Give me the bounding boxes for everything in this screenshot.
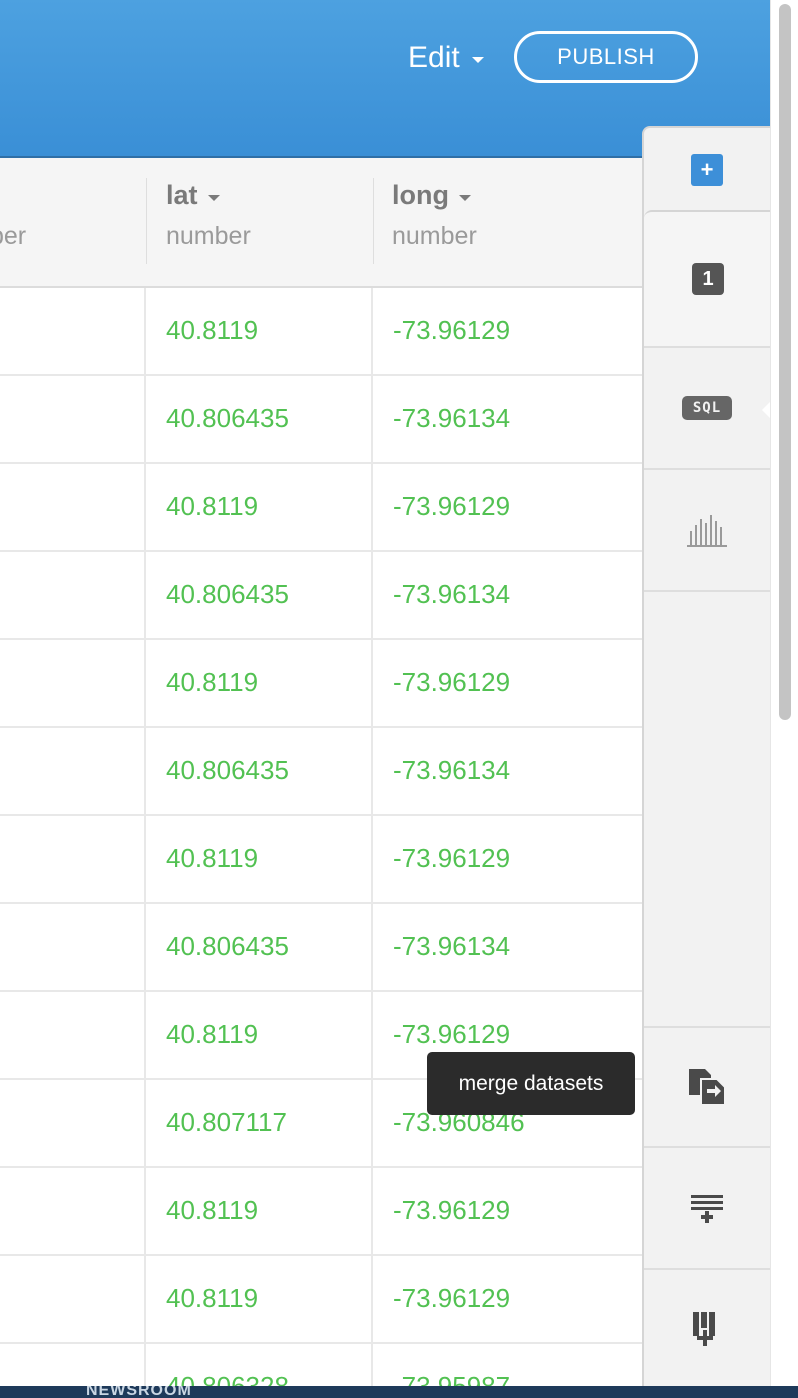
table-cell-lat[interactable]: 40.8119	[146, 816, 373, 904]
histogram-icon[interactable]	[686, 513, 728, 547]
publish-button[interactable]: PUBLISH	[514, 31, 698, 83]
column-header-prev[interactable]: ber	[0, 158, 146, 288]
tool-panel: + 1 SQL	[642, 126, 772, 1388]
column-type-prev: ber	[0, 222, 27, 250]
table-row[interactable]: 40.806435 -73.96134	[0, 904, 642, 992]
table-cell-long[interactable]: -73.96134	[373, 728, 642, 816]
footer-strip: NEWSROOM	[0, 1386, 798, 1398]
add-column-button[interactable]	[644, 1270, 770, 1388]
table-cell-lat[interactable]: 40.8119	[146, 464, 373, 552]
table-row[interactable]: 40.8119 -73.96129	[0, 816, 642, 904]
edit-menu[interactable]: Edit	[408, 38, 484, 78]
merge-datasets-button[interactable]	[644, 1026, 770, 1148]
edit-menu-label[interactable]: Edit	[408, 38, 460, 78]
table-row[interactable]: 40.8119 -73.96129	[0, 1168, 642, 1256]
column-type-long: number	[392, 222, 477, 250]
table-cell-lat[interactable]: 40.806328	[146, 1344, 373, 1386]
vertical-scrollbar[interactable]	[770, 0, 798, 1386]
layer-tab-1[interactable]: 1	[644, 210, 772, 348]
table-cell[interactable]	[0, 1080, 146, 1168]
table-cell-lat[interactable]: 40.806435	[146, 904, 373, 992]
chevron-down-icon[interactable]	[458, 194, 471, 201]
chevron-down-icon[interactable]	[207, 194, 220, 201]
add-row-button[interactable]	[644, 1148, 770, 1270]
table-cell[interactable]	[0, 464, 146, 552]
table-row[interactable]: 40.8119 -73.96129	[0, 640, 642, 728]
sql-icon[interactable]: SQL	[682, 396, 732, 420]
table-cell-long[interactable]: -73.96129	[373, 464, 642, 552]
table-header: ber lat number long number	[0, 158, 642, 288]
table-cell-long[interactable]: -73.96134	[373, 376, 642, 464]
chevron-down-icon[interactable]	[471, 57, 484, 63]
table-cell[interactable]	[0, 1344, 146, 1386]
table-cell-lat[interactable]: 40.8119	[146, 1256, 373, 1344]
scrollbar-thumb[interactable]	[779, 4, 791, 720]
table-cell[interactable]	[0, 728, 146, 816]
merge-datasets-icon[interactable]	[687, 1067, 727, 1107]
table-cell-lat[interactable]: 40.8119	[146, 288, 373, 376]
merge-datasets-tooltip: merge datasets	[427, 1052, 635, 1115]
data-table: ber lat number long number 40.8119 -73.9…	[0, 158, 642, 1386]
table-cell[interactable]	[0, 1256, 146, 1344]
column-header-long[interactable]: long number	[373, 158, 642, 288]
table-cell[interactable]	[0, 904, 146, 992]
column-name-lat-label[interactable]: lat	[166, 180, 198, 211]
add-column-icon[interactable]	[691, 1310, 723, 1348]
table-row[interactable]: 40.8119 -73.96129	[0, 288, 642, 376]
footer-text: NEWSROOM	[86, 1386, 192, 1398]
table-row[interactable]: 40.8119 -73.96129	[0, 1256, 642, 1344]
table-row[interactable]: 40.806435 -73.96134	[0, 552, 642, 640]
table-cell-long[interactable]: -73.96129	[373, 1256, 642, 1344]
table-row[interactable]: 40.806435 -73.96134	[0, 728, 642, 816]
add-row-icon[interactable]	[690, 1193, 724, 1223]
add-layer-button[interactable]: +	[644, 128, 770, 212]
table-cell-long[interactable]: -73.95987	[373, 1344, 642, 1386]
table-cell-long[interactable]: -73.96134	[373, 552, 642, 640]
table-cell-lat[interactable]: 40.8119	[146, 1168, 373, 1256]
table-cell-long[interactable]: -73.96129	[373, 1168, 642, 1256]
table-cell-long[interactable]: -73.96129	[373, 816, 642, 904]
column-name-long[interactable]: long	[392, 180, 471, 211]
table-cell-lat[interactable]: 40.806435	[146, 376, 373, 464]
table-cell-lat[interactable]: 40.806435	[146, 728, 373, 816]
table-cell[interactable]	[0, 640, 146, 728]
sql-button[interactable]: SQL	[644, 348, 772, 470]
table-cell-lat[interactable]: 40.8119	[146, 992, 373, 1080]
table-cell-lat[interactable]: 40.806435	[146, 552, 373, 640]
table-cell[interactable]	[0, 552, 146, 640]
table-cell-lat[interactable]: 40.807117	[146, 1080, 373, 1168]
column-name-long-label[interactable]: long	[392, 180, 449, 211]
table-cell[interactable]	[0, 992, 146, 1080]
table-row[interactable]: 40.8119 -73.96129	[0, 464, 642, 552]
table-body: 40.8119 -73.96129 40.806435 -73.96134 40…	[0, 288, 642, 1386]
layer-badge-icon[interactable]: 1	[692, 263, 724, 295]
table-row[interactable]: 40.806328 -73.95987	[0, 1344, 642, 1386]
column-name-lat[interactable]: lat	[166, 180, 220, 211]
column-header-lat[interactable]: lat number	[146, 158, 373, 288]
table-cell[interactable]	[0, 376, 146, 464]
table-cell-long[interactable]: -73.96129	[373, 640, 642, 728]
table-cell-long[interactable]: -73.96129	[373, 288, 642, 376]
table-cell[interactable]	[0, 288, 146, 376]
filters-button[interactable]	[644, 470, 770, 592]
table-cell-lat[interactable]: 40.8119	[146, 640, 373, 728]
table-cell[interactable]	[0, 1168, 146, 1256]
table-cell-long[interactable]: -73.96134	[373, 904, 642, 992]
table-row[interactable]: 40.806435 -73.96134	[0, 376, 642, 464]
column-type-lat: number	[166, 222, 251, 250]
table-cell[interactable]	[0, 816, 146, 904]
add-layer-icon[interactable]: +	[691, 154, 723, 186]
